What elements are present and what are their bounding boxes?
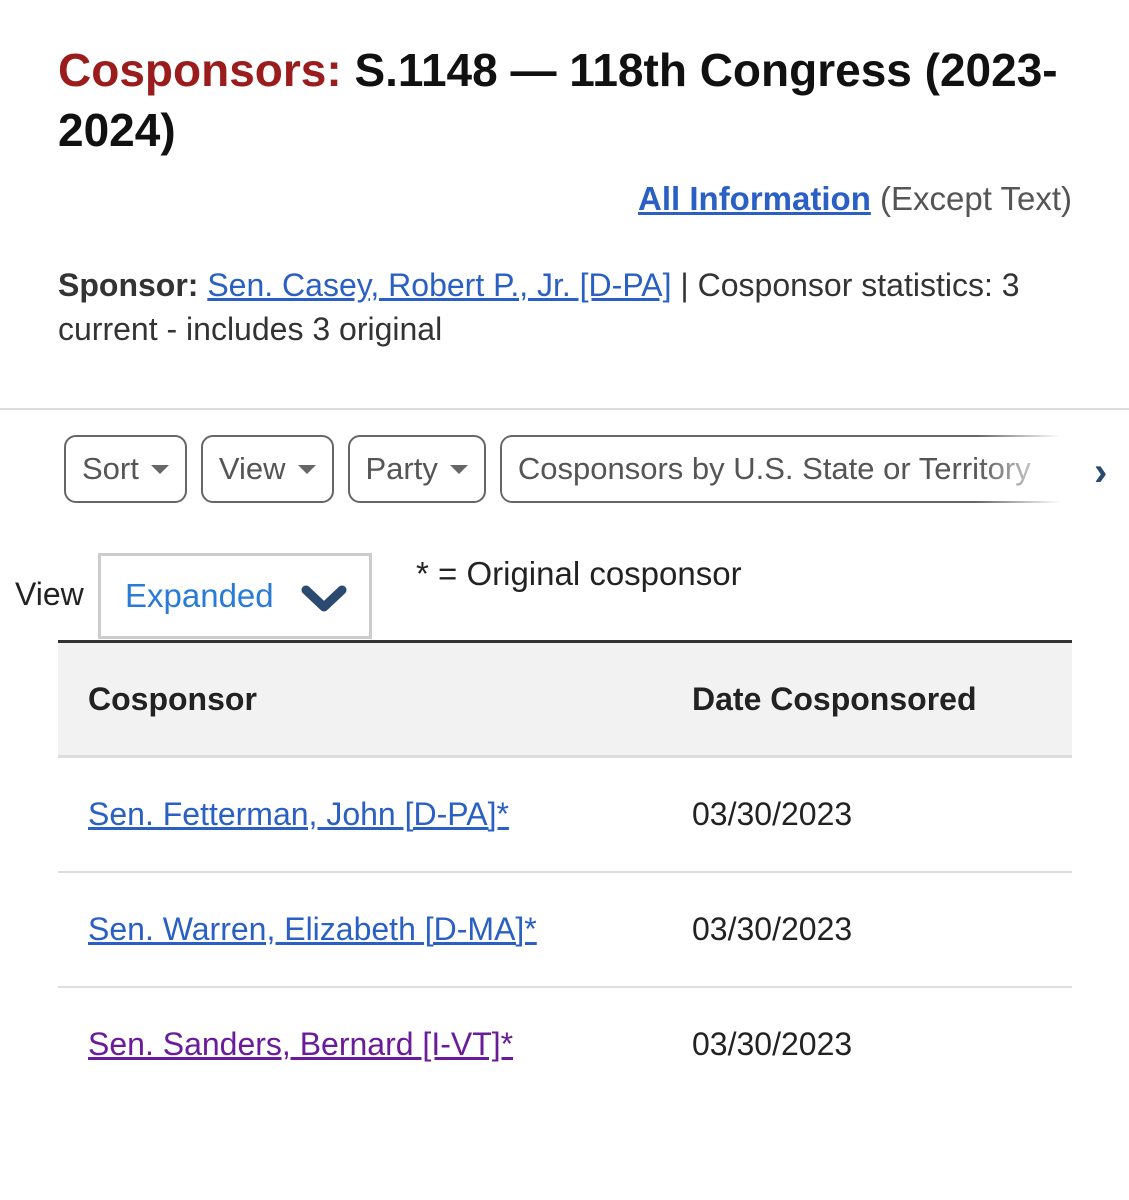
sponsor-label: Sponsor:	[58, 267, 199, 303]
table-row: Sen. Fetterman, John [D-PA]* 03/30/2023	[58, 756, 1072, 873]
sort-button[interactable]: Sort	[64, 435, 187, 503]
header-date[interactable]: Date Cosponsored	[692, 640, 1072, 758]
chevron-down-icon	[301, 585, 347, 612]
divider	[0, 408, 1129, 410]
table-row: Sen. Sanders, Bernard [I-VT]* 03/30/2023	[58, 987, 1072, 1102]
view-button[interactable]: View	[200, 435, 334, 503]
title-label: Cosponsors:	[58, 44, 342, 96]
chevron-right-icon[interactable]: ›	[1094, 450, 1107, 495]
cosponsors-table: Cosponsor Date Cosponsored Sen. Fetterma…	[58, 640, 1072, 1102]
state-filter-label: Cosponsors by U.S. State or Territory	[517, 451, 1031, 486]
all-information-link[interactable]: All Information	[638, 180, 871, 217]
all-information: All Information (Except Text)	[638, 180, 1072, 218]
date-cell: 03/30/2023	[692, 871, 1072, 988]
date-cell: 03/30/2023	[692, 756, 1072, 873]
sponsor-info: Sponsor: Sen. Casey, Robert P., Jr. [D-P…	[58, 263, 1058, 351]
cosponsor-link[interactable]: Sen. Fetterman, John [D-PA]*	[88, 796, 509, 832]
original-cosponsor-legend: * = Original cosponsor	[416, 555, 742, 592]
view-select[interactable]: Expanded	[98, 553, 372, 639]
cosponsor-link[interactable]: Sen. Sanders, Bernard [I-VT]*	[88, 1026, 513, 1062]
cosponsor-link[interactable]: Sen. Warren, Elizabeth [D-MA]*	[88, 911, 537, 947]
view-selected: Expanded	[125, 577, 274, 614]
caret-down-icon	[449, 464, 468, 474]
sponsor-link[interactable]: Sen. Casey, Robert P., Jr. [D-PA]	[207, 267, 671, 303]
all-information-suffix: (Except Text)	[880, 180, 1072, 217]
header-cosponsor[interactable]: Cosponsor	[58, 640, 692, 758]
state-filter-button[interactable]: Cosponsors by U.S. State or Territory	[499, 435, 1060, 503]
caret-down-icon	[297, 464, 316, 474]
table-row: Sen. Warren, Elizabeth [D-MA]* 03/30/2023	[58, 871, 1072, 988]
filter-bar: Sort View Party Cosponsors by U.S. State…	[64, 435, 1060, 503]
page-title: Cosponsors: S.1148 — 118th Congress (202…	[58, 40, 1058, 160]
view-select-label: View	[15, 576, 84, 612]
view-label: View	[218, 451, 286, 486]
date-cell: 03/30/2023	[692, 1026, 853, 1062]
table-header: Cosponsor Date Cosponsored	[58, 640, 1072, 758]
sort-label: Sort	[82, 451, 139, 486]
caret-down-icon	[150, 464, 169, 474]
party-label: Party	[365, 451, 438, 486]
party-button[interactable]: Party	[347, 435, 486, 503]
